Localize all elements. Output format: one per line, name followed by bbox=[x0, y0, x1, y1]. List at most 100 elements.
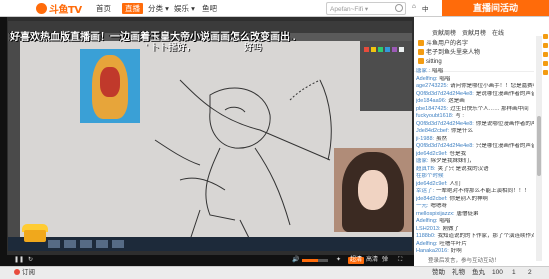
chat-username[interactable]: Adelfing: bbox=[416, 241, 437, 247]
language-icon[interactable]: 中 bbox=[422, 3, 429, 13]
ps-toolbox bbox=[8, 41, 20, 237]
bottom-bar: 订阅 赞助 礼物 鱼丸 100 1 2 bbox=[0, 266, 549, 279]
chat-username[interactable]: age2743225: bbox=[416, 83, 448, 89]
webcam-face bbox=[358, 170, 388, 210]
swatch bbox=[378, 47, 383, 52]
chat-username[interactable]: Q0f8d3d7d24d2f4e4e8: bbox=[416, 143, 474, 149]
badge-icon[interactable] bbox=[543, 43, 548, 48]
chat-message: jde64d2c9ef: 人们 bbox=[416, 181, 534, 189]
resolution-label[interactable]: 高清 bbox=[366, 257, 378, 264]
chat-login-prompt[interactable]: 登录后发言，参与互动互动！ bbox=[428, 256, 534, 265]
treasure-chest-icon[interactable] bbox=[22, 222, 48, 244]
chat-username[interactable]: Hanaka2016: bbox=[416, 248, 449, 254]
tab-weekly[interactable]: 贡献周榜 bbox=[432, 28, 456, 37]
chat-username[interactable]: 在那个时候 bbox=[416, 173, 444, 179]
chat-text: 你是别人的神啊 bbox=[449, 195, 489, 202]
treasure-box bbox=[24, 230, 46, 242]
heart-icon[interactable] bbox=[543, 61, 548, 66]
swatch bbox=[371, 47, 376, 52]
chat-message: 超真TB: 夹了只 是说我的汉语 bbox=[416, 166, 534, 174]
volume-slider[interactable] bbox=[302, 259, 328, 262]
chat-username[interactable]: LSH2013: bbox=[416, 226, 440, 232]
chat-username[interactable]: jde184aa96: bbox=[416, 98, 446, 104]
chat-message: 在那个时候 bbox=[416, 173, 534, 181]
gift-effect-icon[interactable]: ✦ bbox=[336, 257, 341, 264]
chat-text: 好啊 bbox=[450, 248, 462, 254]
nav-home[interactable]: 首页 bbox=[96, 3, 111, 14]
chat-username[interactable]: jde64d2c9ef: bbox=[416, 151, 448, 157]
bottom-item[interactable]: 鱼丸 bbox=[472, 269, 485, 277]
chat-text: 虽然 bbox=[436, 135, 448, 142]
sidebar-icon-strip bbox=[542, 30, 549, 260]
bottom-item[interactable]: 赞助 bbox=[432, 269, 445, 277]
refresh-icon[interactable]: ↻ bbox=[28, 257, 33, 264]
webcam-overlay bbox=[334, 148, 412, 232]
contribution-rank-list: 斗鱼用户的名字 老子到鱼头里来人物 sitting bbox=[414, 37, 534, 72]
chat-username[interactable]: 一元: bbox=[416, 203, 429, 209]
tab-monthly[interactable]: 贡献月榜 bbox=[462, 28, 486, 37]
scrollbar-thumb[interactable] bbox=[537, 116, 541, 176]
rank-medal-icon bbox=[418, 58, 424, 65]
volume-fill bbox=[302, 259, 318, 262]
subscribe-button[interactable]: 订阅 bbox=[14, 269, 35, 277]
search-input[interactable]: Apefan~Fifi ▾ bbox=[326, 2, 406, 15]
tab-online[interactable]: 在线 bbox=[492, 28, 504, 37]
gift-icon[interactable] bbox=[543, 34, 548, 39]
bottom-item[interactable]: 礼物 bbox=[452, 269, 465, 277]
chat-username[interactable]: ji-1988: bbox=[416, 136, 434, 142]
fullscreen-icon[interactable]: ⛶ bbox=[398, 257, 402, 264]
chat-text: 写 : bbox=[455, 113, 464, 119]
chat-username[interactable]: 1188b0: bbox=[416, 233, 435, 239]
chat-username[interactable]: fuckyoubt1618: bbox=[416, 113, 453, 119]
chat-username[interactable]: Q0f8d3d7d24d2f4e4e8: bbox=[416, 91, 474, 97]
chat-username[interactable]: 幸运了: bbox=[416, 188, 434, 194]
chat-username[interactable]: 唐家 : bbox=[416, 68, 430, 74]
chat-message: Hanaka2016: 好啊 bbox=[416, 248, 534, 256]
nav-fishbar[interactable]: 鱼吧 bbox=[202, 3, 217, 14]
bottom-item: 100 bbox=[492, 269, 503, 276]
chat-message: Q0f8d3d7d24d2f4e4e8: 是说哪位漫画作者的声音 bbox=[416, 91, 534, 99]
chat-message: 一元: 嗯嗯呀 bbox=[416, 203, 534, 211]
swatch bbox=[385, 47, 390, 52]
chat-username[interactable]: 超真TB: bbox=[416, 166, 436, 172]
stream-subtitle-2: 好吗 bbox=[244, 42, 263, 52]
chat-text: 吐槽牛叶片 bbox=[439, 240, 467, 247]
danmaku-toggle-icon[interactable]: 弹 bbox=[382, 257, 388, 264]
chat-message: age2743225:请问你是哪位小画手！！您是嘉赛看的 bbox=[416, 83, 534, 91]
taskbar-app-icon bbox=[80, 240, 92, 248]
chat-text: 唱唱 bbox=[439, 75, 451, 82]
search-icon[interactable] bbox=[395, 4, 403, 12]
rank-tabs: 贡献周榜 贡献月榜 在线 bbox=[414, 28, 534, 37]
chat-text: 你是说哪位漫画作者的声音 bbox=[475, 120, 534, 127]
play-pause-icon[interactable]: ❚❚ bbox=[14, 257, 24, 264]
chat-username[interactable]: 唐家: bbox=[416, 158, 429, 164]
chat-message: Adelfing: 吐槽牛叶片 bbox=[416, 241, 534, 249]
nav-entertainment[interactable]: 娱乐 ▾ bbox=[174, 3, 195, 14]
home-icon[interactable]: ⌂ bbox=[412, 3, 416, 10]
taskbar-app-icon bbox=[64, 240, 76, 248]
nav-category[interactable]: 分类 ▾ bbox=[148, 3, 169, 14]
rank-item[interactable]: 老子到鱼头里来人物 bbox=[418, 49, 480, 57]
chat-username[interactable]: Jde84d2cbef: bbox=[416, 128, 449, 134]
chat-username[interactable]: jde84d2cbef: bbox=[416, 196, 448, 202]
taskbar-app-icon bbox=[96, 240, 108, 248]
quality-button[interactable]: 超清 bbox=[348, 257, 365, 264]
chat-text: 唐僧徒弟 bbox=[456, 210, 479, 217]
chat-username[interactable]: pbe1847425: bbox=[416, 106, 448, 112]
chat-username[interactable]: jde64d2c9ef: bbox=[416, 181, 448, 187]
ad-banner[interactable]: 直播间活动 bbox=[442, 0, 549, 16]
nav-live[interactable]: 直播 bbox=[122, 3, 143, 14]
rank-item[interactable]: sitting bbox=[418, 58, 442, 66]
chat-username[interactable]: rnellospixijazzx: bbox=[416, 211, 455, 217]
chat-username[interactable]: Adelfing: bbox=[416, 76, 437, 82]
share-icon[interactable] bbox=[543, 70, 548, 75]
chat-message: fuckyoubt1618: 写 : bbox=[416, 113, 534, 121]
chat-username[interactable]: Adelfing: bbox=[416, 218, 437, 224]
rank-item[interactable]: 斗鱼用户的名字 bbox=[418, 40, 468, 48]
volume-icon[interactable]: 🔊 bbox=[292, 257, 299, 264]
chat-username[interactable]: Q0f8d3d7d24d2f4e4e8: bbox=[416, 121, 474, 127]
os-taskbar bbox=[8, 237, 412, 251]
swatch bbox=[392, 47, 397, 52]
star-icon[interactable] bbox=[543, 52, 548, 57]
douyu-logo[interactable]: 斗鱼TV bbox=[36, 1, 82, 16]
